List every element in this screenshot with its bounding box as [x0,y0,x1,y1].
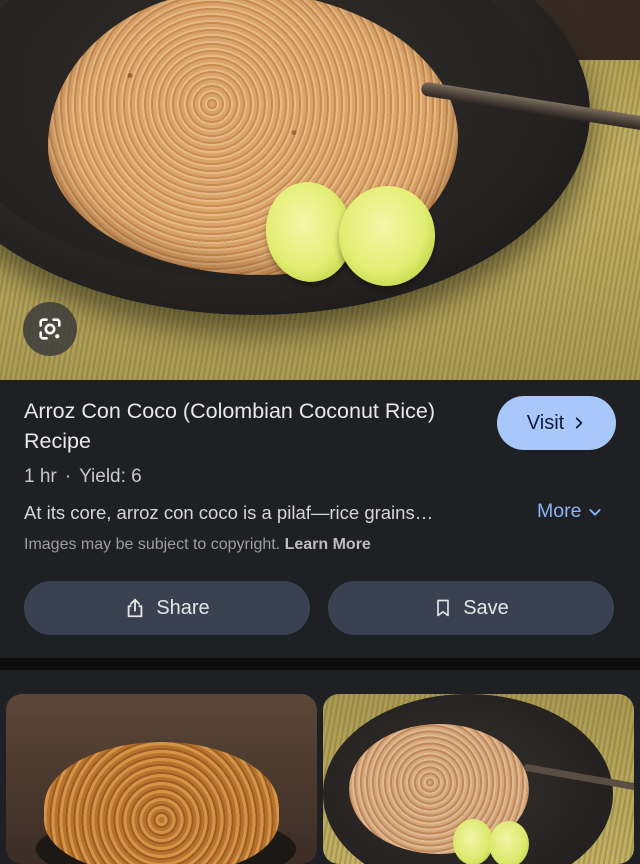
learn-more-link[interactable]: Learn More [285,536,371,553]
related-image-thumbnail[interactable] [6,694,317,864]
result-description: At its core, arroz con coco is a pilaf—r… [24,502,434,523]
lime-wedge [453,819,493,864]
google-lens-button[interactable] [23,302,77,356]
google-lens-icon [39,318,61,340]
rice [44,742,279,864]
save-label: Save [463,596,509,619]
share-icon [127,598,143,618]
result-title[interactable]: Arroz Con Coco (Colombian Coconut Rice) … [24,396,474,456]
share-button[interactable]: Share [24,581,310,635]
recipe-yield: Yield: 6 [79,466,142,487]
lime-wedge [489,821,529,864]
bookmark-icon [437,599,450,617]
more-label: More [537,500,582,522]
visit-button[interactable]: Visit [497,396,616,450]
copyright-text: Images may be subject to copyright. [24,536,281,553]
related-images [0,670,640,864]
more-button[interactable]: More [537,500,603,523]
share-label: Share [156,596,210,619]
meta-separator: · [64,466,72,487]
related-image-thumbnail[interactable] [323,694,634,864]
cook-time: 1 hr [24,466,57,487]
result-info-panel: Arroz Con Coco (Colombian Coconut Rice) … [0,380,640,658]
chevron-down-icon [589,508,602,516]
save-button[interactable]: Save [328,581,614,635]
recipe-meta: 1 hr · Yield: 6 [24,466,142,488]
hero-image[interactable] [0,0,640,380]
copyright-notice: Images may be subject to copyright. Lear… [24,536,371,554]
visit-label: Visit [526,411,565,434]
chevron-right-icon [575,417,583,429]
section-divider [0,658,640,670]
